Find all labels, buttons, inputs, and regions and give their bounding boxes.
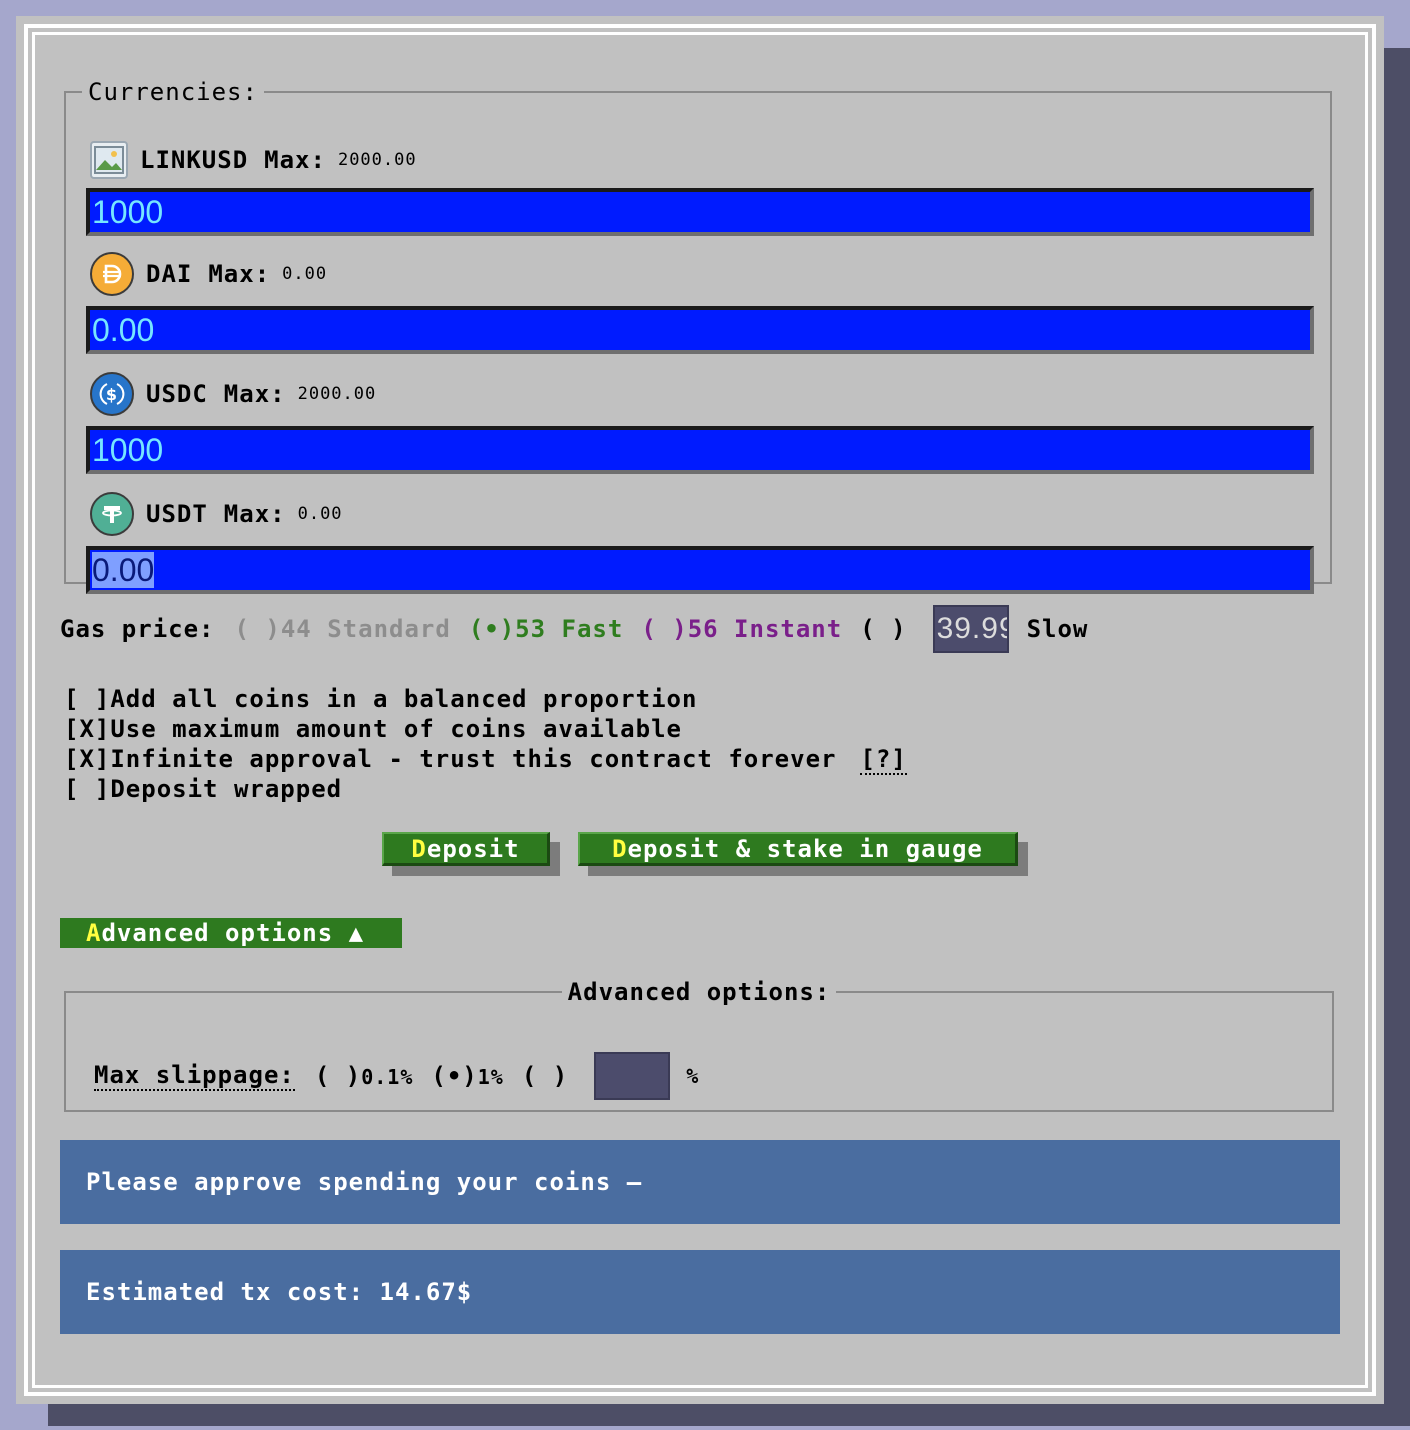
- slippage-custom-radio[interactable]: ( ): [522, 1062, 568, 1090]
- max-label: Max:: [223, 500, 286, 528]
- currencies-legend: Currencies:: [88, 78, 258, 106]
- coin-row-usdt: USDT Max: 0.00: [90, 492, 343, 536]
- approve-banner: Please approve spending your coins —: [60, 1140, 1340, 1224]
- option-infinite-approval[interactable]: [X]Infinite approval - trust this contra…: [64, 744, 907, 775]
- estimated-cost-banner: Estimated tx cost: 14.67$: [60, 1250, 1340, 1334]
- amount-input-usdc[interactable]: 1000: [86, 426, 1314, 474]
- gas-price-row: Gas price: ( )44 Standard (•)53 Fast ( )…: [60, 604, 1088, 654]
- usdc-icon: $: [90, 372, 134, 416]
- option-max-amount[interactable]: [X]Use maximum amount of coins available: [64, 714, 907, 744]
- amount-value: 0.00: [92, 312, 155, 348]
- options-list: [ ]Add all coins in a balanced proportio…: [64, 684, 907, 804]
- coin-name: LINKUSD: [140, 146, 249, 174]
- gas-custom-input[interactable]: 39.99: [932, 605, 1009, 653]
- slippage-custom-input[interactable]: [594, 1052, 671, 1100]
- max-label: Max:: [264, 146, 326, 174]
- advanced-options-toggle[interactable]: Advanced options ▲: [60, 918, 402, 948]
- max-value[interactable]: 2000.00: [298, 384, 377, 404]
- gas-fast-option[interactable]: (•)53 Fast: [469, 615, 624, 643]
- svg-text:$: $: [106, 385, 118, 404]
- broken-image-icon: [90, 141, 128, 179]
- option-balanced[interactable]: [ ]Add all coins in a balanced proportio…: [64, 684, 907, 714]
- deposit-button[interactable]: Deposit: [382, 832, 550, 866]
- max-value[interactable]: 2000.00: [338, 150, 417, 170]
- amount-value: 1000: [92, 194, 164, 230]
- gas-instant-option[interactable]: ( )56 Instant: [641, 615, 842, 643]
- deposit-stake-button[interactable]: Deposit & stake in gauge: [578, 832, 1018, 866]
- coin-name: DAI: [146, 260, 193, 288]
- currencies-fieldset: Currencies: LINKUSD Max: 2000.00 1000 DA…: [64, 78, 1332, 594]
- advanced-options-legend: Advanced options:: [567, 978, 831, 1006]
- max-value[interactable]: 0.00: [282, 264, 327, 284]
- amount-value: 1000: [92, 432, 164, 468]
- usdt-icon: [90, 492, 134, 536]
- amount-input-dai[interactable]: 0.00: [86, 306, 1314, 354]
- coin-name: USDC: [146, 380, 208, 408]
- advanced-options-fieldset: Advanced options: Max slippage: ( )0.1% …: [64, 978, 1334, 1112]
- coin-row-dai: DAI Max: 0.00: [90, 252, 327, 296]
- gas-price-label: Gas price:: [60, 615, 215, 643]
- amount-input-linkusd[interactable]: 1000: [86, 188, 1314, 236]
- coin-name: USDT: [146, 500, 208, 528]
- gas-slow-label: Slow: [1026, 615, 1089, 643]
- slippage-option-1[interactable]: (•)1%: [431, 1062, 503, 1090]
- max-label: Max:: [223, 380, 286, 408]
- coin-row-usdc: $ USDC Max: 2000.00: [90, 372, 377, 416]
- gas-custom-radio[interactable]: ( ): [860, 615, 906, 643]
- coin-row-linkusd: LINKUSD Max: 2000.00: [90, 140, 417, 180]
- max-label: Max:: [208, 260, 271, 288]
- help-link[interactable]: [?]: [860, 745, 907, 775]
- slippage-option-0-1[interactable]: ( )0.1%: [315, 1062, 414, 1090]
- amount-input-usdt[interactable]: 0.00: [86, 546, 1314, 594]
- max-slippage-row: Max slippage: ( )0.1% (•)1% ( ) %: [94, 1052, 699, 1100]
- dai-icon: [90, 252, 134, 296]
- percent-label: %: [686, 1064, 700, 1088]
- amount-value: 0.00: [92, 552, 155, 588]
- gas-standard-option[interactable]: ( )44 Standard: [235, 615, 451, 643]
- option-deposit-wrapped[interactable]: [ ]Deposit wrapped: [64, 774, 907, 804]
- max-slippage-label: Max slippage:: [94, 1061, 295, 1091]
- deposit-window: Currencies: LINKUSD Max: 2000.00 1000 DA…: [16, 16, 1384, 1404]
- max-value[interactable]: 0.00: [298, 504, 343, 524]
